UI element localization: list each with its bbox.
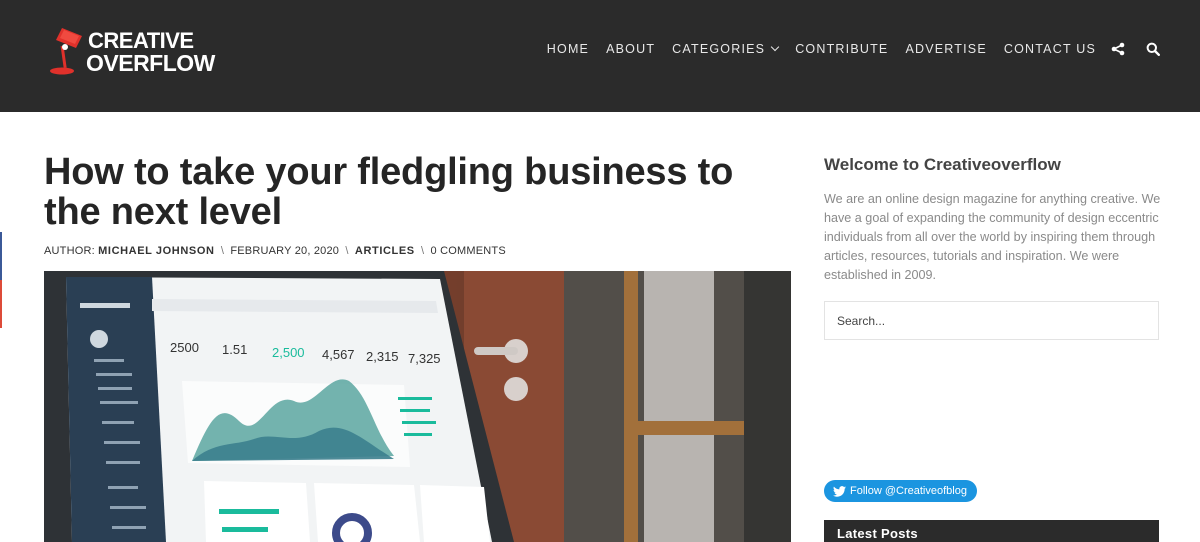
twitter-follow-label: Follow @Creativeofblog (850, 485, 967, 497)
meta-separator: \ (220, 245, 225, 257)
author-link[interactable]: MICHAEL JOHNSON (98, 245, 214, 257)
site-header: CREATIVE OVERFLOW HOME ABOUT CATEGORIES … (0, 0, 1200, 112)
stat-value: 2500 (170, 340, 199, 355)
site-logo[interactable]: CREATIVE OVERFLOW (48, 26, 215, 78)
nav-home[interactable]: HOME (547, 42, 589, 56)
main-nav: HOME ABOUT CATEGORIES CONTRIBUTE ADVERTI… (530, 42, 1096, 56)
lamp-logo-icon (50, 28, 82, 75)
nav-about[interactable]: ABOUT (606, 42, 655, 56)
latest-posts-heading: Latest Posts (824, 520, 1159, 542)
twitter-bird-icon (833, 485, 846, 497)
logo-line-1: CREATIVE (88, 28, 194, 53)
hero-image: 2500 1.51 2,500 4,567 2,315 7,325 (44, 271, 791, 542)
stat-value: 2,500 (272, 345, 305, 360)
social-share-rail[interactable] (0, 232, 2, 328)
chevron-down-icon (770, 42, 780, 52)
laptop-dashboard-photo: 2500 1.51 2,500 4,567 2,315 7,325 (44, 271, 791, 542)
sidebar-welcome-text: We are an online design magazine for any… (824, 192, 1161, 282)
nav-about-label: ABOUT (606, 42, 656, 56)
stat-value: 2,315 (366, 349, 399, 364)
share-icon[interactable] (1111, 42, 1125, 56)
stat-value: 1.51 (222, 342, 247, 357)
article-date: FEBRUARY 20, 2020 (230, 245, 340, 257)
logo-line-2: OVERFLOW (86, 50, 215, 76)
stat-value: 7,325 (408, 351, 441, 366)
nav-advertise[interactable]: ADVERTISE (905, 42, 986, 56)
search-icon[interactable] (1146, 42, 1160, 56)
category-link[interactable]: ARTICLES (355, 245, 415, 257)
nav-contribute[interactable]: CONTRIBUTE (795, 42, 888, 56)
comments-link[interactable]: 0 COMMENTS (431, 245, 506, 257)
article-meta: AUTHOR: MICHAEL JOHNSON \ FEBRUARY 20, 2… (44, 245, 506, 257)
nav-categories[interactable]: CATEGORIES (672, 42, 780, 56)
stat-value: 4,567 (322, 347, 355, 362)
sidebar-search-input[interactable] (824, 301, 1159, 340)
sidebar-welcome-title: Welcome to Creativeoverflow (824, 155, 1061, 174)
dashboard-brand (80, 303, 130, 308)
nav-contact-us-label: CONTACT US (1003, 42, 1096, 56)
meta-separator: \ (421, 245, 425, 257)
social-share-rail-segment[interactable] (0, 280, 2, 328)
author-prefix: AUTHOR: (44, 245, 95, 257)
nav-contact-us[interactable]: CONTACT US (1004, 42, 1096, 56)
twitter-follow-button[interactable]: Follow @Creativeofblog (824, 480, 977, 502)
nav-categories-label: CATEGORIES (672, 42, 766, 56)
nav-advertise-label: ADVERTISE (905, 42, 987, 56)
meta-separator: \ (345, 245, 349, 257)
article-title: How to take your fledgling business to t… (44, 151, 734, 233)
nav-home-label: HOME (546, 42, 590, 56)
nav-contribute-label: CONTRIBUTE (795, 42, 889, 56)
